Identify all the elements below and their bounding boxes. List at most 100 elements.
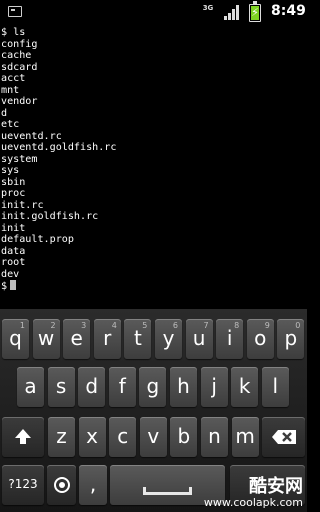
key-label: c [117, 424, 129, 448]
space-icon [143, 487, 192, 495]
key-number-hint: 8 [234, 321, 240, 330]
key-label: i [226, 326, 233, 350]
terminal-line: acct [1, 73, 26, 84]
key-n[interactable]: n [201, 417, 228, 457]
terminal-line: root [1, 257, 26, 268]
key-number-hint: 7 [203, 321, 209, 330]
terminal-line: proc [1, 188, 26, 199]
key-label: v [147, 424, 160, 448]
terminal-line: sys [1, 165, 20, 176]
key-r[interactable]: r4 [93, 319, 121, 359]
symbols-key[interactable]: ?123 [2, 465, 44, 505]
terminal-line: data [1, 245, 26, 257]
key-number-hint: 5 [142, 321, 148, 330]
terminal-line: default.prop [1, 234, 74, 245]
terminal-line: ueventd.goldfish.rc [1, 142, 117, 153]
key-label: d [85, 374, 99, 398]
key-m[interactable]: m [231, 417, 259, 457]
key-label: k [238, 374, 251, 398]
terminal-prompt-line: $ [1, 280, 306, 292]
key-h[interactable]: h [170, 367, 197, 407]
key-f[interactable]: f [108, 367, 136, 407]
key-number-hint: 1 [19, 321, 25, 330]
watermark: 酷安网 www.coolapk.com [204, 477, 303, 509]
terminal-line: init.rc [1, 199, 44, 211]
terminal-line: cache [1, 50, 32, 61]
symbols-key-label: ?123 [8, 477, 38, 491]
key-o[interactable]: o9 [246, 319, 274, 359]
terminal-line: mnt [1, 84, 20, 96]
terminal-cursor [10, 280, 17, 290]
key-w[interactable]: w2 [32, 319, 60, 359]
key-label: s [55, 374, 67, 398]
key-label: b [177, 424, 191, 448]
key-q[interactable]: q1 [2, 319, 29, 359]
key-label: f [118, 374, 126, 398]
settings-circle-icon [53, 477, 70, 493]
terminal-line: sbin [1, 176, 26, 188]
backspace-key[interactable] [262, 417, 305, 457]
key-label: g [146, 374, 160, 398]
key-j[interactable]: j [200, 367, 228, 407]
key-d[interactable]: d [78, 367, 106, 407]
terminal-line: init.goldfish.rc [1, 211, 99, 222]
terminal-line: $ ls [1, 27, 26, 38]
key-i[interactable]: i8 [216, 319, 244, 359]
key-g[interactable]: g [139, 367, 167, 407]
key-label: m [235, 424, 255, 448]
comma-key-label: , [89, 472, 97, 496]
key-number-hint: 6 [172, 321, 178, 330]
key-label: l [272, 374, 279, 398]
terminal-output[interactable]: $ ls config cache sdcard acct mnt vendor d etc ue… [1, 27, 306, 292]
key-number-hint: 4 [111, 321, 117, 330]
notification-icon [8, 6, 22, 17]
key-e[interactable]: e3 [63, 319, 91, 359]
backspace-icon [271, 430, 296, 444]
terminal-line: init [1, 222, 26, 234]
key-s[interactable]: s [47, 367, 75, 407]
shift-arrow-icon [15, 429, 31, 444]
terminal-line: d [1, 107, 8, 119]
key-y[interactable]: y6 [155, 319, 182, 359]
key-label: r [103, 326, 112, 350]
shift-key[interactable] [2, 417, 44, 457]
key-label: a [24, 374, 37, 398]
terminal-line: system [1, 153, 38, 165]
terminal-line: config [1, 38, 38, 50]
key-label: x [86, 424, 99, 448]
watermark-url: www.coolapk.com [203, 496, 303, 509]
key-label: t [133, 326, 142, 350]
comma-key[interactable]: , [79, 465, 107, 505]
key-number-hint: 0 [295, 321, 301, 330]
clock: 8:49 [271, 3, 306, 19]
terminal-line: dev [1, 268, 20, 280]
key-z[interactable]: z [48, 417, 75, 457]
terminal-prompt: $ [1, 281, 8, 292]
network-type-3g-icon: 3G [202, 4, 214, 12]
key-x[interactable]: x [78, 417, 106, 457]
signal-strength-icon [224, 5, 239, 20]
battery-charging-icon: ⚡ [249, 1, 261, 22]
key-label: j [211, 374, 217, 398]
key-u[interactable]: u7 [185, 319, 213, 359]
key-number-hint: 9 [264, 321, 270, 330]
key-number-hint: 2 [50, 321, 56, 330]
key-v[interactable]: v [139, 417, 167, 457]
key-label: h [177, 374, 190, 398]
key-c[interactable]: c [109, 417, 137, 457]
key-b[interactable]: b [170, 417, 198, 457]
terminal-line: etc [1, 119, 20, 130]
key-l[interactable]: l [261, 367, 289, 407]
status-bar: 3G ⚡ 8:49 [0, 0, 307, 25]
soft-keyboard: mnbvcxzlkjhgfdsap0o9i8u7y6t5r4e3w2q1 ?12… [0, 309, 307, 512]
terminal-line: vendor [1, 96, 38, 107]
key-p[interactable]: p0 [277, 319, 305, 359]
key-k[interactable]: k [231, 367, 259, 407]
watermark-title: 酷安网 [249, 476, 303, 497]
settings-key[interactable] [47, 465, 76, 505]
key-number-hint: 3 [81, 321, 87, 330]
terminal-line: sdcard [1, 61, 38, 73]
key-a[interactable]: a [17, 367, 44, 407]
key-t[interactable]: t5 [124, 319, 152, 359]
key-label: z [56, 424, 67, 448]
